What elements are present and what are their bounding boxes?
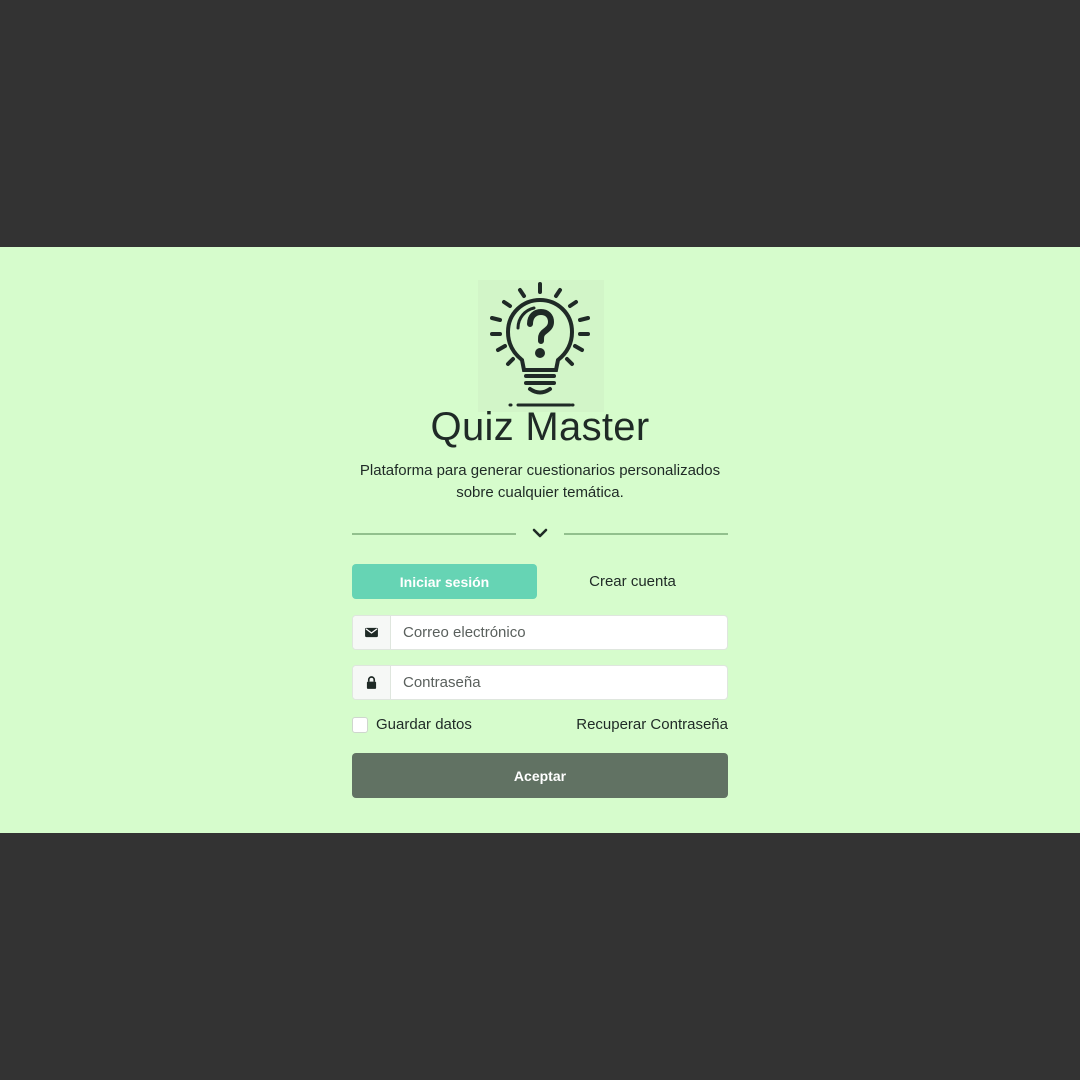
lock-icon xyxy=(353,666,391,699)
password-field-group xyxy=(352,665,728,700)
chevron-down-icon xyxy=(530,523,550,543)
email-input[interactable] xyxy=(391,616,727,649)
remember-checkbox[interactable] xyxy=(352,716,368,733)
divider-left xyxy=(352,533,516,535)
email-field-group xyxy=(352,615,728,650)
remember-label: Guardar datos xyxy=(376,716,472,733)
app-title: Quiz Master xyxy=(430,405,650,449)
recover-password-link[interactable]: Recuperar Contraseña xyxy=(576,716,728,733)
tab-login[interactable]: Iniciar sesión xyxy=(352,564,537,599)
lightbulb-question-icon xyxy=(478,280,604,412)
submit-button[interactable]: Aceptar xyxy=(352,753,728,798)
tab-create-account[interactable]: Crear cuenta xyxy=(540,564,725,599)
envelope-icon xyxy=(353,616,391,649)
divider-right xyxy=(564,533,728,535)
app-subtitle: Plataforma para generar cuestionarios pe… xyxy=(359,462,721,501)
remember-me: Guardar datos xyxy=(352,716,472,733)
password-input[interactable] xyxy=(391,666,727,699)
